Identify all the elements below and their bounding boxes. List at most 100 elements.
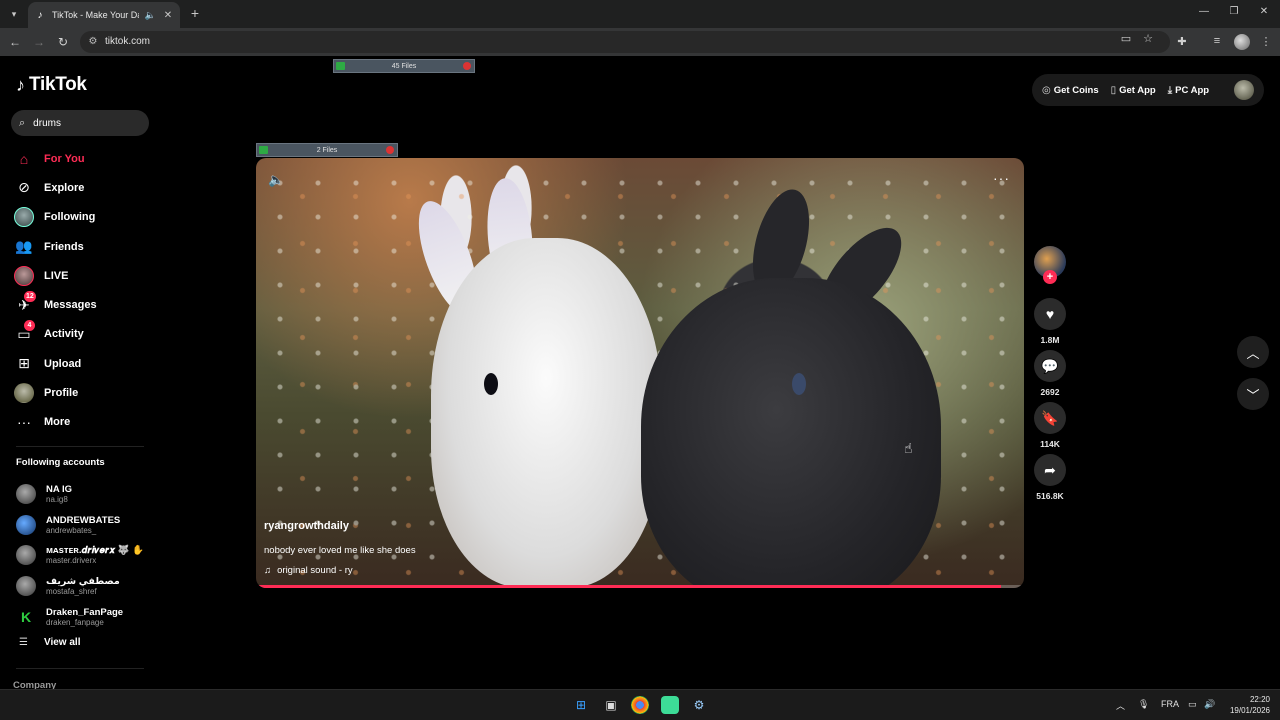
sidebar-item-label: Activity xyxy=(44,328,84,341)
overlay-close-icon[interactable] xyxy=(386,146,394,154)
account-handle: mostafa_shref xyxy=(46,587,97,597)
sidebar-item-messages[interactable]: ✈ 12 Messages xyxy=(14,290,97,319)
comment-action[interactable]: 💬 2692 xyxy=(1034,350,1066,397)
browser-tab-bar: ▾ ♪ TikTok - Make Your Day 🔈 ✕ + — ❐ ✕ xyxy=(0,0,1280,28)
minimize-icon[interactable]: — xyxy=(1196,6,1212,17)
tab-title: TikTok - Make Your Day xyxy=(52,10,139,20)
file-green-icon xyxy=(259,146,268,154)
sidebar-item-for-you[interactable]: ⌂ For You xyxy=(14,144,97,173)
files-overlay-top[interactable]: 45 Files xyxy=(333,59,475,73)
browser-profile-avatar[interactable] xyxy=(1234,34,1250,50)
follow-plus-icon[interactable]: + xyxy=(1043,270,1057,284)
get-coins-button[interactable]: ◎ Get Coins xyxy=(1042,85,1099,96)
sidebar-item-friends[interactable]: 👥 Friends xyxy=(14,232,97,261)
video-player[interactable]: 🔈 ··· ryangrowthdaily nobody ever loved … xyxy=(256,158,1024,588)
browser-toolbar: ← → ↻ ⚙ tiktok.com ▭ ☆ ✚ ≡ ⋮ xyxy=(0,28,1280,56)
media-controls-icon[interactable]: ≡ xyxy=(1210,35,1224,47)
video-author[interactable]: ryangrowthdaily xyxy=(264,520,349,532)
tab-search-icon[interactable]: ▾ xyxy=(6,6,22,22)
windows-start-icon[interactable]: ⊞ xyxy=(572,696,590,714)
forward-icon[interactable]: → xyxy=(31,34,47,50)
previous-video-button[interactable]: ︿ xyxy=(1237,336,1269,368)
files-overlay-video[interactable]: 2 Files xyxy=(256,143,398,157)
tiktok-favicon-icon: ♪ xyxy=(37,9,43,21)
home-icon: ⌂ xyxy=(19,150,29,167)
volume-tray-icon[interactable]: 🔊 xyxy=(1204,699,1215,710)
sidebar-item-label: Profile xyxy=(44,387,79,400)
clock-time: 22:20 xyxy=(1249,695,1270,704)
search-input[interactable]: ⌕ drums xyxy=(11,110,149,136)
following-avatar-icon xyxy=(14,207,34,228)
following-account-item[interactable]: مصطفي شريف mostafa_shref xyxy=(16,571,144,602)
extensions-icon[interactable]: ✚ xyxy=(1175,35,1189,48)
reload-icon[interactable]: ↻ xyxy=(55,34,71,50)
address-bar[interactable]: ⚙ tiktok.com xyxy=(80,31,1170,53)
profile-avatar-icon xyxy=(14,383,34,404)
tab-audio-icon[interactable]: 🔈 xyxy=(145,10,156,21)
network-icon[interactable]: ▭ xyxy=(1188,699,1197,710)
cast-icon[interactable]: ▭ xyxy=(1119,32,1133,45)
sidebar-item-label: Friends xyxy=(44,240,84,253)
like-action[interactable]: ♥ 1.8M xyxy=(1034,298,1066,345)
more-options-icon[interactable]: ··· xyxy=(993,170,1010,186)
compass-icon: ⊘ xyxy=(18,179,30,196)
sidebar-item-explore[interactable]: ⊘ Explore xyxy=(14,173,97,202)
app-green-icon[interactable] xyxy=(661,696,679,714)
pc-app-button[interactable]: ⤓ PC App xyxy=(1168,85,1209,96)
window-close-icon[interactable]: ✕ xyxy=(1256,6,1272,17)
video-progress-bar[interactable] xyxy=(256,585,1024,588)
bookmark-icon[interactable]: 🔖 xyxy=(1034,402,1066,434)
back-icon[interactable]: ← xyxy=(7,34,23,50)
taskbar-clock[interactable]: 22:20 19/01/2026 xyxy=(1230,694,1270,716)
sidebar-item-profile[interactable]: Profile xyxy=(14,378,97,407)
save-count: 114K xyxy=(1040,439,1060,449)
overlay-close-icon[interactable] xyxy=(463,62,471,70)
download-icon: ⤓ xyxy=(1167,84,1173,96)
sidebar-item-more[interactable]: ··· More xyxy=(14,408,97,437)
browser-tab-tiktok[interactable]: ♪ TikTok - Make Your Day 🔈 ✕ xyxy=(28,2,180,28)
activity-icon: ▭ 4 xyxy=(14,320,35,344)
following-account-item[interactable]: ANDREWBATES andrewbates_ xyxy=(16,510,144,541)
next-video-button[interactable]: ﹀ xyxy=(1237,378,1269,410)
share-count: 516.8K xyxy=(1036,491,1064,501)
tab-close-icon[interactable]: ✕ xyxy=(162,10,174,21)
share-action[interactable]: ➦ 516.8K xyxy=(1034,454,1066,501)
volume-icon[interactable]: 🔈 xyxy=(268,172,284,188)
upload-icon: ⊞ xyxy=(18,355,30,372)
video-sound-link[interactable]: ♫ original sound - ry xyxy=(264,565,353,576)
video-caption: nobody ever loved me like she does xyxy=(264,545,416,556)
sidebar-divider xyxy=(16,446,144,447)
restore-icon[interactable]: ❐ xyxy=(1226,6,1242,17)
tiktok-logo[interactable]: ♪ TikTok xyxy=(16,74,87,96)
save-action[interactable]: 🔖 114K xyxy=(1034,402,1066,449)
sidebar-item-upload[interactable]: ⊞ Upload xyxy=(14,349,97,378)
account-handle: na.ig8 xyxy=(46,495,68,505)
site-settings-icon[interactable]: ⚙ xyxy=(86,35,100,49)
get-app-button[interactable]: ▯ Get App xyxy=(1111,85,1156,96)
sidebar-item-live[interactable]: LIVE xyxy=(14,261,97,290)
microphone-icon[interactable]: 🎙 xyxy=(1138,699,1149,710)
heart-icon[interactable]: ♥ xyxy=(1034,298,1066,330)
avatar xyxy=(16,484,36,505)
view-all-button[interactable]: ☰ View all xyxy=(19,637,80,648)
steam-icon[interactable]: ⚙ xyxy=(690,696,708,714)
following-account-item[interactable]: K Draken_FanPage draken_fanpage xyxy=(16,601,144,632)
following-account-item[interactable]: NA IG na.ig8 xyxy=(16,479,144,510)
browser-menu-icon[interactable]: ⋮ xyxy=(1259,35,1273,48)
user-avatar[interactable] xyxy=(1234,80,1254,100)
chrome-icon[interactable] xyxy=(631,696,649,714)
sidebar-item-activity[interactable]: ▭ 4 Activity xyxy=(14,320,97,349)
new-tab-icon[interactable]: + xyxy=(188,5,202,21)
task-view-icon[interactable]: ▣ xyxy=(602,696,620,714)
coin-icon: ◎ xyxy=(1042,84,1051,96)
files-count-label: 45 Files xyxy=(391,62,417,70)
language-indicator[interactable]: FRA xyxy=(1161,699,1179,709)
comment-icon[interactable]: 💬 xyxy=(1034,350,1066,382)
share-icon[interactable]: ➦ xyxy=(1034,454,1066,486)
bookmark-star-icon[interactable]: ☆ xyxy=(1141,32,1155,45)
company-link[interactable]: Company xyxy=(13,680,56,689)
following-account-item[interactable]: ᴍᴀsᴛᴇʀ.𝒅𝒓𝒊𝒗𝒆𝒓𝒙 🐺 ✋ master.driverx xyxy=(16,540,144,571)
tray-chevron-icon[interactable]: ︿ xyxy=(1116,699,1125,712)
account-name: مصطفي شريف xyxy=(46,576,120,588)
sidebar-item-following[interactable]: Following xyxy=(14,203,97,232)
